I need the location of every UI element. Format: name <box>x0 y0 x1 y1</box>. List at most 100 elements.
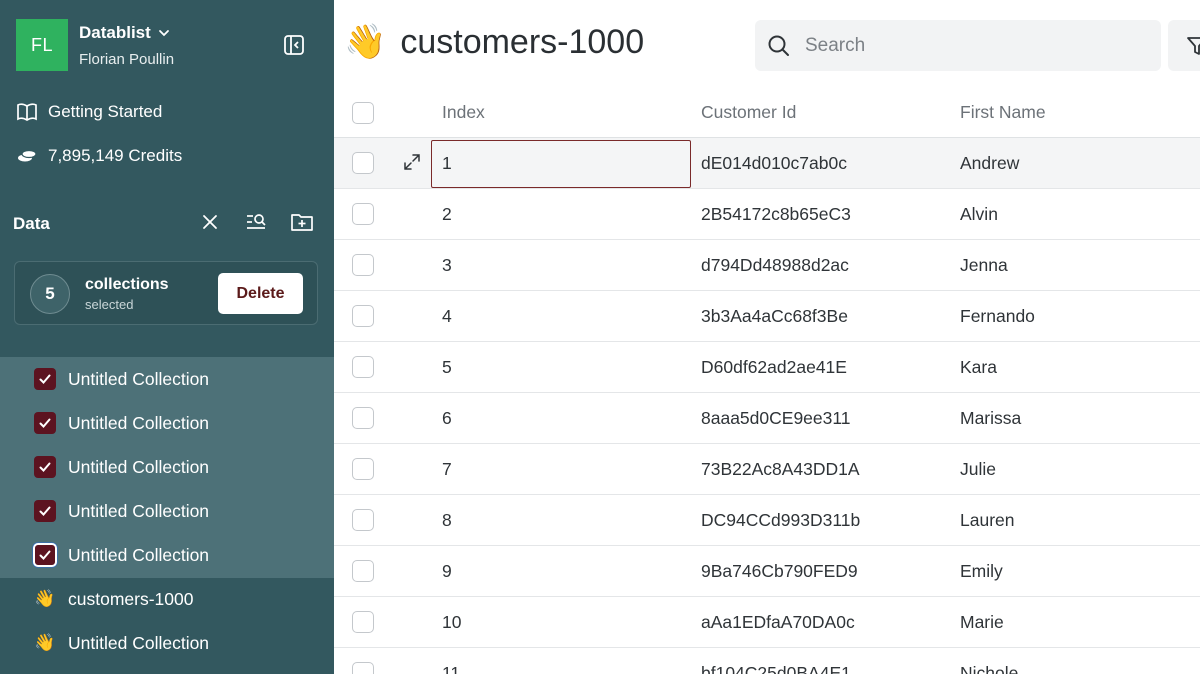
cell-first-name[interactable]: Fernando <box>960 291 1035 341</box>
column-header-first-name[interactable]: First Name <box>960 88 1046 137</box>
table-row[interactable]: 11 bf104C25d0BA4E1 Nichole <box>334 648 1200 674</box>
row-checkbox-cell[interactable] <box>352 138 374 188</box>
row-checkbox[interactable] <box>352 560 374 582</box>
cell-customer-id[interactable]: dE014d010c7ab0c <box>701 138 847 188</box>
collection-checkbox[interactable] <box>34 368 56 390</box>
collection-item[interactable]: Untitled Collection <box>34 409 209 437</box>
table-row[interactable]: 10 aAa1EDfaA70DA0c Marie <box>334 597 1200 648</box>
table-row[interactable]: 2 2B54172c8b65eC3 Alvin <box>334 189 1200 240</box>
row-checkbox-cell[interactable] <box>352 189 374 239</box>
collection-item[interactable]: 👋 Untitled Collection <box>34 629 209 657</box>
row-checkbox[interactable] <box>352 407 374 429</box>
search-list-icon[interactable] <box>244 210 268 234</box>
row-checkbox[interactable] <box>352 254 374 276</box>
cell-first-name[interactable]: Emily <box>960 546 1003 596</box>
cell-first-name[interactable]: Jenna <box>960 240 1008 290</box>
row-checkbox[interactable] <box>352 356 374 378</box>
cell-first-name[interactable]: Marie <box>960 597 1004 647</box>
cell-first-name[interactable]: Alvin <box>960 189 998 239</box>
collection-checkbox[interactable] <box>34 500 56 522</box>
collection-checkbox[interactable] <box>34 456 56 478</box>
collection-item[interactable]: Untitled Collection <box>33 541 209 569</box>
row-checkbox-cell[interactable] <box>352 393 374 443</box>
collection-checkbox[interactable] <box>33 543 57 567</box>
cell-index[interactable]: 7 <box>442 444 452 494</box>
search-input[interactable] <box>805 34 1125 57</box>
cell-index[interactable]: 5 <box>442 342 452 392</box>
table-row[interactable]: 1 dE014d010c7ab0c Andrew <box>334 138 1200 189</box>
delete-button[interactable]: Delete <box>218 273 303 314</box>
select-all-checkbox[interactable] <box>352 101 374 124</box>
cell-customer-id[interactable]: 3b3Aa4aCc68f3Be <box>701 291 848 341</box>
cell-first-name[interactable]: Marissa <box>960 393 1021 443</box>
row-checkbox[interactable] <box>352 662 374 674</box>
cell-customer-id[interactable]: 8aaa5d0CE9ee311 <box>701 393 851 443</box>
sidebar: FL Datablist Florian Poullin Getting Sta… <box>0 0 334 674</box>
select-all-cell[interactable] <box>352 88 374 137</box>
row-checkbox-cell[interactable] <box>352 495 374 545</box>
column-header-index[interactable]: Index <box>442 88 485 137</box>
folder-add-icon[interactable] <box>290 210 314 234</box>
cell-first-name[interactable]: Nichole <box>960 648 1018 674</box>
table-row[interactable]: 7 73B22Ac8A43DD1A Julie <box>334 444 1200 495</box>
cell-index[interactable]: 11 <box>442 648 460 674</box>
row-checkbox-cell[interactable] <box>352 648 374 674</box>
cell-customer-id[interactable]: bf104C25d0BA4E1 <box>701 648 851 674</box>
row-checkbox-cell[interactable] <box>352 597 374 647</box>
cell-customer-id[interactable]: D60df62ad2ae41E <box>701 342 847 392</box>
cell-customer-id[interactable]: aAa1EDfaA70DA0c <box>701 597 855 647</box>
collection-item[interactable]: Untitled Collection <box>34 365 209 393</box>
cell-index[interactable]: 6 <box>442 393 452 443</box>
cell-customer-id[interactable]: d794Dd48988d2ac <box>701 240 849 290</box>
cell-first-name[interactable]: Lauren <box>960 495 1015 545</box>
row-checkbox-cell[interactable] <box>352 342 374 392</box>
row-checkbox[interactable] <box>352 305 374 327</box>
collapse-sidebar-icon[interactable] <box>282 33 306 57</box>
collection-item[interactable]: Untitled Collection <box>34 497 209 525</box>
collection-item[interactable]: 👋 customers-1000 <box>34 585 193 613</box>
cell-index[interactable]: 1 <box>442 138 452 188</box>
row-checkbox-cell[interactable] <box>352 546 374 596</box>
cell-index[interactable]: 4 <box>442 291 452 341</box>
table-row[interactable]: 5 D60df62ad2ae41E Kara <box>334 342 1200 393</box>
cell-first-name[interactable]: Andrew <box>960 138 1019 188</box>
row-checkbox[interactable] <box>352 509 374 531</box>
filter-button[interactable] <box>1168 20 1200 71</box>
cell-customer-id[interactable]: 9Ba746Cb790FED9 <box>701 546 858 596</box>
expand-icon[interactable] <box>402 152 422 172</box>
workspace-header[interactable]: FL Datablist Florian Poullin <box>16 19 316 73</box>
table-row[interactable]: 3 d794Dd48988d2ac Jenna <box>334 240 1200 291</box>
cell-index[interactable]: 9 <box>442 546 452 596</box>
cell-index[interactable]: 3 <box>442 240 452 290</box>
row-checkbox[interactable] <box>352 458 374 480</box>
search-bar[interactable] <box>755 20 1161 71</box>
filter-icon <box>1187 36 1200 55</box>
collection-item[interactable]: Untitled Collection <box>34 453 209 481</box>
table-row[interactable]: 8 DC94CCd993D311b Lauren <box>334 495 1200 546</box>
nav-credits[interactable]: 7,895,149 Credits <box>16 142 182 170</box>
close-icon[interactable] <box>198 210 222 234</box>
table-row[interactable]: 9 9Ba746Cb790FED9 Emily <box>334 546 1200 597</box>
cell-customer-id[interactable]: DC94CCd993D311b <box>701 495 860 545</box>
row-checkbox-cell[interactable] <box>352 444 374 494</box>
row-checkbox-cell[interactable] <box>352 240 374 290</box>
table-row[interactable]: 4 3b3Aa4aCc68f3Be Fernando <box>334 291 1200 342</box>
workspace-switcher[interactable]: Datablist <box>79 23 171 43</box>
table-row[interactable]: 6 8aaa5d0CE9ee311 Marissa <box>334 393 1200 444</box>
column-header-customer-id[interactable]: Customer Id <box>701 88 796 137</box>
row-checkbox-cell[interactable] <box>352 291 374 341</box>
cell-customer-id[interactable]: 2B54172c8b65eC3 <box>701 189 851 239</box>
cell-first-name[interactable]: Julie <box>960 444 996 494</box>
cell-index[interactable]: 10 <box>442 597 461 647</box>
collection-checkbox[interactable] <box>34 412 56 434</box>
row-checkbox[interactable] <box>352 203 374 225</box>
data-section-title: Data <box>13 214 50 233</box>
cell-first-name[interactable]: Kara <box>960 342 997 392</box>
nav-getting-started[interactable]: Getting Started <box>16 98 162 126</box>
cell-index[interactable]: 2 <box>442 189 452 239</box>
cell-customer-id[interactable]: 73B22Ac8A43DD1A <box>701 444 860 494</box>
cell-index[interactable]: 8 <box>442 495 452 545</box>
page-title[interactable]: customers-1000 <box>400 23 644 62</box>
row-checkbox[interactable] <box>352 152 374 174</box>
row-checkbox[interactable] <box>352 611 374 633</box>
